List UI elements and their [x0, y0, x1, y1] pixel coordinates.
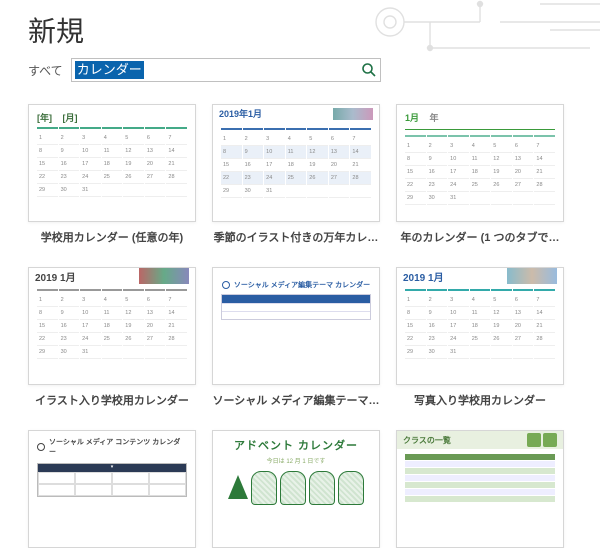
- template-grid: [年] [月] 12345678910111213141516171819202…: [0, 90, 600, 548]
- season-illustration: [333, 108, 373, 120]
- avatar: [543, 433, 557, 447]
- advent-door: [280, 471, 306, 505]
- template-search[interactable]: カレンダー: [71, 58, 381, 82]
- search-icon[interactable]: [361, 62, 377, 78]
- template-thumb[interactable]: 2019 1月 12345678910111213141516171819202…: [28, 267, 196, 385]
- photo-strip: [507, 268, 557, 284]
- advent-door: [338, 471, 364, 505]
- template-caption: ソーシャル メディア編集テーマ…: [212, 392, 380, 408]
- template-card[interactable]: 1月 年 12345678910111213141516171819202122…: [396, 104, 564, 245]
- tree-icon: [228, 475, 248, 499]
- template-thumb[interactable]: [年] [月] 12345678910111213141516171819202…: [28, 104, 196, 222]
- template-caption: 写真入り学校用カレンダー: [396, 392, 564, 408]
- template-card[interactable]: 2019 1月 12345678910111213141516171819202…: [396, 267, 564, 408]
- template-card[interactable]: ソーシャル メディア コンテンツ カレンダー ▾: [28, 430, 196, 548]
- search-input[interactable]: [71, 58, 381, 82]
- template-thumb[interactable]: ソーシャル メディア編集テーマ カレンダー: [212, 267, 380, 385]
- globe-icon: [222, 281, 230, 289]
- template-caption: 学校用カレンダー (任意の年): [28, 229, 196, 245]
- template-caption: 季節のイラスト付きの万年カレ…: [212, 229, 380, 245]
- template-card[interactable]: ソーシャル メディア編集テーマ カレンダー ソーシャル メディア編集テーマ…: [212, 267, 380, 408]
- advent-door: [251, 471, 277, 505]
- template-thumb[interactable]: ソーシャル メディア コンテンツ カレンダー ▾: [28, 430, 196, 548]
- avatar: [527, 433, 541, 447]
- globe-icon: [37, 443, 45, 451]
- template-card[interactable]: 2019年1月 12345678910111213141516171819202…: [212, 104, 380, 245]
- page-title: 新規: [28, 10, 572, 50]
- advent-subtitle: 今日は 12 月 1 日です: [267, 456, 326, 465]
- template-thumb[interactable]: 2019 1月 12345678910111213141516171819202…: [396, 267, 564, 385]
- template-caption: イラスト入り学校用カレンダー: [28, 392, 196, 408]
- template-card[interactable]: [年] [月] 12345678910111213141516171819202…: [28, 104, 196, 245]
- template-card[interactable]: アドベント カレンダー 今日は 12 月 1 日です: [212, 430, 380, 548]
- illustration-strip: [139, 268, 189, 284]
- advent-door: [309, 471, 335, 505]
- template-thumb[interactable]: アドベント カレンダー 今日は 12 月 1 日です: [212, 430, 380, 548]
- template-caption: 年のカレンダー (1 つのタブで…: [396, 229, 564, 245]
- template-card[interactable]: クラスの一覧: [396, 430, 564, 548]
- template-card[interactable]: 2019 1月 12345678910111213141516171819202…: [28, 267, 196, 408]
- advent-title: アドベント カレンダー: [234, 437, 358, 453]
- search-scope-label: すべて: [28, 62, 63, 79]
- template-thumb[interactable]: 2019年1月 12345678910111213141516171819202…: [212, 104, 380, 222]
- template-thumb[interactable]: クラスの一覧: [396, 430, 564, 548]
- template-thumb[interactable]: 1月 年 12345678910111213141516171819202122…: [396, 104, 564, 222]
